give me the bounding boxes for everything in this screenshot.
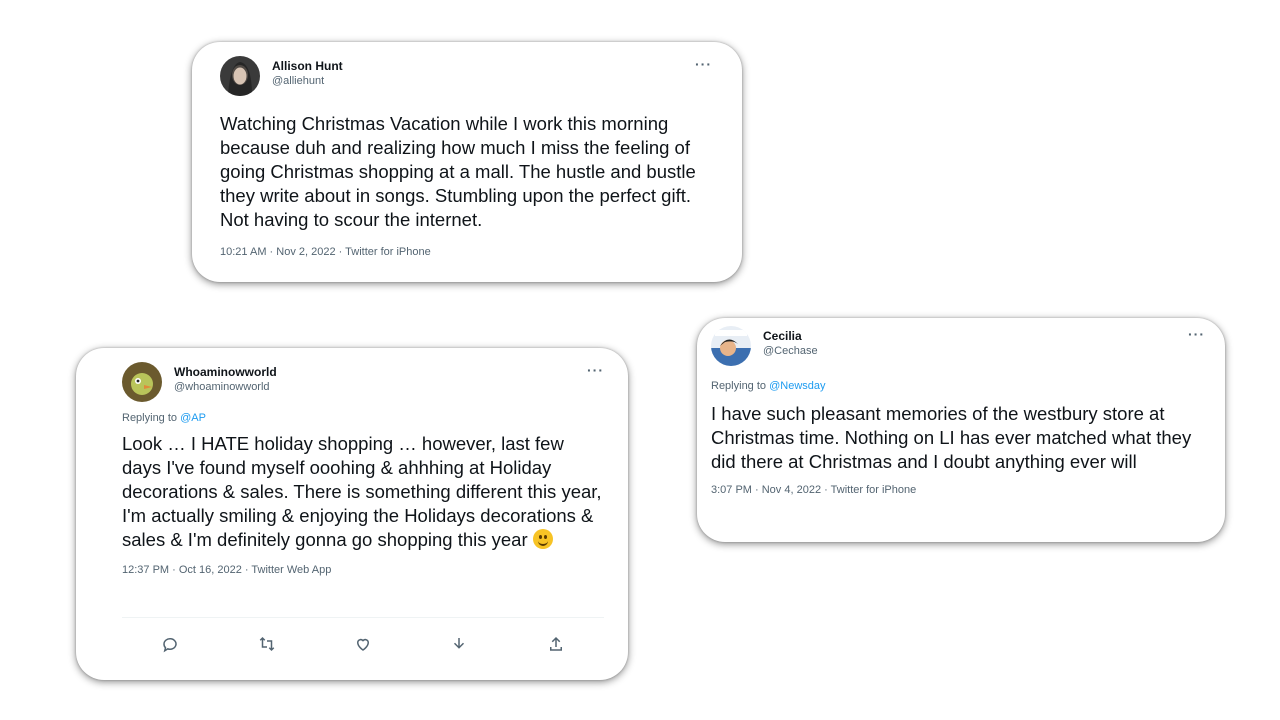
- retweet-icon[interactable]: [252, 635, 282, 658]
- tweet-text: Look … I HATE holiday shopping … however…: [122, 432, 604, 552]
- tweet-text: I have such pleasant memories of the wes…: [711, 403, 1192, 472]
- reply-icon[interactable]: [155, 635, 185, 658]
- replying-label: Replying to: [122, 412, 181, 424]
- tweet-text: Watching Christmas Vacation while I work…: [220, 113, 696, 230]
- tweet-header: Whoaminowworld @whoaminowworld ···: [122, 362, 604, 406]
- like-icon[interactable]: [348, 635, 378, 658]
- download-icon[interactable]: [444, 635, 474, 658]
- tweet-card-allison[interactable]: Allison Hunt @alliehunt ··· Watching Chr…: [192, 42, 742, 282]
- tweet-body: Look … I HATE holiday shopping … however…: [122, 433, 602, 550]
- tweet-actions: [122, 617, 604, 664]
- tweet-meta[interactable]: 12:37 PM · Oct 16, 2022 · Twitter Web Ap…: [122, 564, 604, 576]
- more-options-icon[interactable]: ···: [587, 362, 604, 378]
- display-name[interactable]: Allison Hunt: [272, 59, 343, 74]
- tweet-meta[interactable]: 3:07 PM · Nov 4, 2022 · Twitter for iPho…: [711, 484, 1205, 496]
- more-options-icon[interactable]: ···: [695, 56, 712, 72]
- user-handle[interactable]: @Cechase: [763, 344, 818, 358]
- display-name[interactable]: Cecilia: [763, 329, 818, 344]
- tweet-header: Cecilia @Cechase ···: [711, 326, 1205, 370]
- tweet-meta[interactable]: 10:21 AM · Nov 2, 2022 · Twitter for iPh…: [220, 246, 712, 258]
- mention-link[interactable]: @AP: [180, 412, 206, 424]
- replying-to: Replying to @AP: [122, 412, 604, 424]
- replying-to: Replying to @Newsday: [711, 380, 1205, 392]
- avatar[interactable]: [220, 56, 260, 96]
- replying-label: Replying to: [711, 380, 770, 392]
- share-icon[interactable]: [541, 635, 571, 658]
- mention-link[interactable]: @Newsday: [769, 380, 825, 392]
- user-handle[interactable]: @whoaminowworld: [174, 380, 277, 394]
- display-name[interactable]: Whoaminowworld: [174, 365, 277, 380]
- smiley-emoji-icon: [532, 529, 553, 549]
- tweet-card-cecilia[interactable]: Cecilia @Cechase ··· Replying to @Newsda…: [697, 318, 1225, 542]
- tweet-header: Allison Hunt @alliehunt ···: [220, 56, 712, 100]
- user-handle[interactable]: @alliehunt: [272, 74, 343, 88]
- tweet-card-whoaminowworld[interactable]: Whoaminowworld @whoaminowworld ··· Reply…: [76, 348, 628, 680]
- avatar[interactable]: [122, 362, 162, 402]
- more-options-icon[interactable]: ···: [1188, 326, 1205, 342]
- avatar[interactable]: [711, 326, 751, 366]
